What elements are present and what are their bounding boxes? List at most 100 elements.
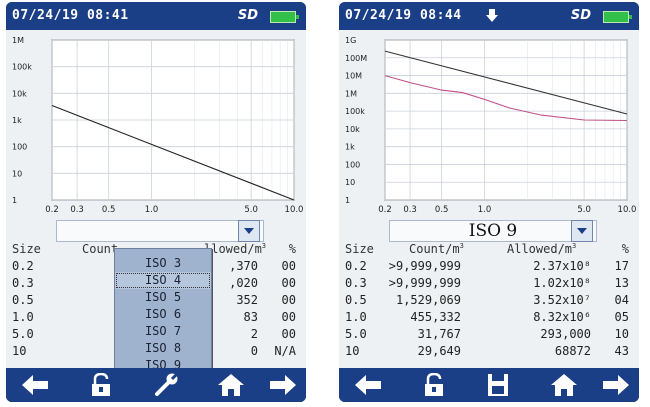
y-tick-label: 10k <box>345 125 360 134</box>
main-screen: 0.2 0.3 0.5 1.0 5.0 10.0 1 10 100 1k 10k 100k 1M Siz… <box>6 30 306 388</box>
unlock-icon[interactable] <box>419 373 449 397</box>
unlock-icon[interactable] <box>86 373 116 397</box>
pct-cell: 00 <box>281 276 296 290</box>
y-tick-label: 100 <box>345 160 360 169</box>
allowed-cell: 8.32x10⁶ <box>533 310 591 324</box>
pct-header: % <box>288 242 296 256</box>
allowed-cell: 2.37x10⁸ <box>533 259 591 273</box>
count-cell: >9,999,999 <box>388 259 461 273</box>
x-tick-label: 0.3 <box>403 205 417 215</box>
x-tick-label: 10.0 <box>285 205 304 215</box>
size-cell: 0.5 <box>345 293 367 307</box>
pct-cell: 04 <box>614 293 629 307</box>
x-tick-label: 1.0 <box>145 205 159 215</box>
chevron-down-icon[interactable] <box>238 220 260 242</box>
dropdown-option[interactable]: ISO 5 <box>115 289 211 306</box>
table-row: 10 29,649 68872 43 <box>339 344 639 361</box>
pct-cell: 13 <box>614 276 629 290</box>
count-cell: 455,332 <box>410 310 461 324</box>
device-screen-right: 07/24/19 08:44 SD 0.2 0.3 0.5 1.0 5.0 10.0 1 10… <box>339 2 639 402</box>
size-cell: 0.2 <box>345 259 367 273</box>
status-datetime: 07/24/19 08:44 <box>345 8 462 23</box>
right-arrow-icon[interactable] <box>268 373 298 397</box>
table-row: 0.3 >9,999,999 1.02x10⁸ 13 <box>339 276 639 293</box>
pct-cell: 43 <box>614 344 629 358</box>
home-icon[interactable] <box>549 373 579 397</box>
y-tick-label: 1G <box>345 36 356 45</box>
bottom-toolbar <box>6 368 306 402</box>
y-tick-label: 1k <box>12 116 22 125</box>
y-tick-label: 100M <box>345 54 367 63</box>
device-screen-left: 07/24/19 08:41 SD 0.2 0.3 0.5 1.0 5.0 10.0 1 10… <box>6 2 306 402</box>
y-tick-label: 10 <box>12 169 22 178</box>
x-tick-label: 0.5 <box>102 205 116 215</box>
x-tick-label: 5.0 <box>577 205 591 215</box>
y-tick-label: 10k <box>12 89 27 98</box>
x-tick-label: 0.2 <box>378 205 392 215</box>
size-cell: 10 <box>12 344 27 358</box>
count-cell: 31,767 <box>417 327 461 341</box>
pct-cell: 00 <box>281 259 296 273</box>
right-arrow-icon[interactable] <box>601 373 631 397</box>
y-tick-label: 1 <box>345 196 350 205</box>
chevron-down-icon[interactable] <box>571 220 593 242</box>
dropdown-option[interactable]: ISO 8 <box>115 340 211 357</box>
table-row: 0.2 >9,999,999 2.37x10⁸ 17 <box>339 259 639 276</box>
save-icon[interactable] <box>483 373 513 397</box>
download-icon <box>486 9 498 22</box>
left-arrow-icon[interactable] <box>353 373 383 397</box>
dropdown-option[interactable]: ISO 7 <box>115 323 211 340</box>
y-tick-label: 100k <box>345 107 365 116</box>
size-header: Size <box>345 242 374 256</box>
home-icon[interactable] <box>216 373 246 397</box>
allowed-cell: 293,000 <box>540 327 591 341</box>
count-cell: 29,649 <box>417 344 461 358</box>
size-cell: 5.0 <box>345 327 367 341</box>
count-header: Count <box>82 242 119 256</box>
y-tick-label: 10M <box>345 72 362 81</box>
allowed-cell: 352 <box>236 293 258 307</box>
y-tick-label: 1k <box>345 143 355 152</box>
y-tick-label: 1M <box>345 89 357 98</box>
y-tick-label: 1 <box>12 196 17 205</box>
left-arrow-icon[interactable] <box>20 373 50 397</box>
y-tick-label: 1M <box>12 36 24 45</box>
particle-chart: 0.2 0.3 0.5 1.0 5.0 10.0 1 10 100 1k 10k 100k 1M <box>12 36 304 215</box>
y-tick-label: 100 <box>12 143 27 152</box>
x-tick-label: 1.0 <box>478 205 492 215</box>
table-row: 1.0 455,332 8.32x10⁶ 05 <box>339 310 639 327</box>
table-header: Size Count/m3 Allowed/m3 % <box>339 242 639 259</box>
iso-class-dropdown[interactable]: ISO 3 ISO 4 ISO 5 ISO 6 ISO 7 ISO 8 ISO 9 <box>114 248 212 388</box>
size-cell: 1.0 <box>345 310 367 324</box>
count-cell: >9,999,999 <box>388 276 461 290</box>
dropdown-option[interactable]: ISO 3 <box>115 255 211 272</box>
pct-cell: 10 <box>614 327 629 341</box>
pct-header: % <box>621 242 629 256</box>
count-cell: 1,529,069 <box>395 293 461 307</box>
allowed-header: llowed/m3 <box>204 242 267 256</box>
iso-class-select[interactable]: ISO 9 <box>389 220 597 242</box>
iso-class-select[interactable] <box>56 220 264 242</box>
battery-icon <box>270 11 299 23</box>
results-table: Size Count/m3 Allowed/m3 % 0.2 >9,999,999… <box>339 242 639 361</box>
wrench-icon[interactable] <box>152 373 182 397</box>
battery-icon <box>603 11 632 23</box>
allowed-cell: 0 <box>250 344 258 358</box>
status-datetime: 07/24/19 08:41 <box>12 8 129 23</box>
x-tick-label: 0.5 <box>435 205 449 215</box>
allowed-cell: 68872 <box>554 344 591 358</box>
size-cell: 10 <box>345 344 360 358</box>
dropdown-option[interactable]: ISO 4 <box>115 272 211 289</box>
main-screen: 0.2 0.3 0.5 1.0 5.0 10.0 1 10 100 1k 10k 100k 1M 10M 1… <box>339 30 639 368</box>
y-tick-label: 100k <box>12 63 32 72</box>
sd-card-icon: SD <box>570 8 591 23</box>
size-cell: 5.0 <box>12 327 34 341</box>
dropdown-option[interactable]: ISO 6 <box>115 306 211 323</box>
size-header: Size <box>12 242 41 256</box>
count-header: Count/m3 <box>409 242 464 256</box>
table-row: 0.5 1,529,069 3.52x10⁷ 04 <box>339 293 639 310</box>
size-cell: 0.3 <box>12 276 34 290</box>
size-cell: 0.5 <box>12 293 34 307</box>
pct-cell: 00 <box>281 310 296 324</box>
allowed-cell: ,020 <box>229 276 258 290</box>
